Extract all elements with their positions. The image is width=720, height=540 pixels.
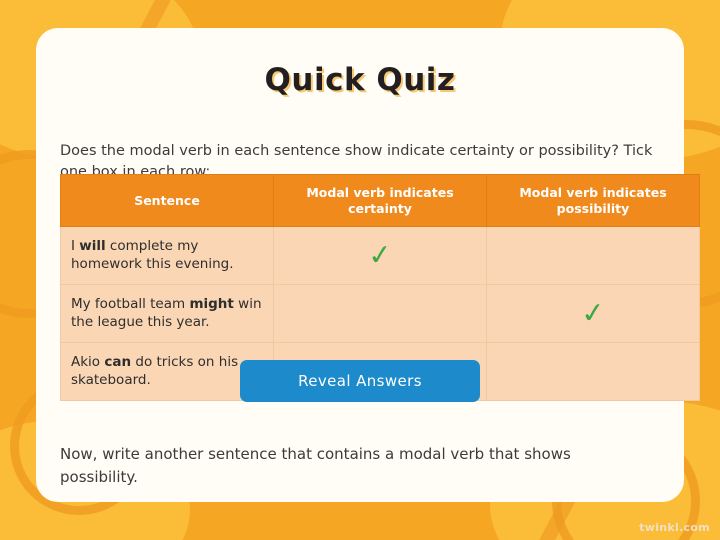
page-title: Quick Quiz (264, 62, 456, 98)
check-icon: ✓ (578, 296, 608, 331)
column-header-possibility: Modal verb indicates possibility (486, 173, 700, 228)
possibility-checkbox-cell[interactable] (486, 342, 700, 402)
possibility-checkbox-cell[interactable] (486, 226, 700, 286)
sentence-text-pre: My football team (71, 296, 190, 313)
certainty-checkbox-cell[interactable]: ✓ (273, 226, 487, 286)
sentence-text-pre: Akio (71, 354, 105, 371)
sentence-cell: My football team might win the league th… (60, 284, 274, 344)
table-header-row: Sentence Modal verb indicates certainty … (60, 173, 700, 228)
content-card: Quick Quiz Does the modal verb in each s… (36, 28, 700, 502)
certainty-checkbox-cell[interactable] (273, 284, 487, 344)
column-header-certainty: Modal verb indicates certainty (273, 173, 487, 228)
modal-verb: can (104, 354, 132, 371)
sentence-cell: I will complete my homework this evening… (60, 226, 274, 286)
table-row: My football team might win the league th… (60, 284, 700, 344)
modal-verb: will (79, 238, 106, 255)
column-header-sentence: Sentence (60, 173, 274, 228)
modal-verb: might (189, 296, 234, 313)
slide-background: Quick Quiz Does the modal verb in each s… (0, 0, 720, 540)
possibility-checkbox-cell[interactable]: ✓ (486, 284, 700, 344)
closing-instruction: Now, write another sentence that contain… (60, 445, 571, 486)
check-icon: ✓ (365, 238, 395, 273)
reveal-answers-button[interactable]: Reveal Answers (240, 360, 480, 402)
table-row: I will complete my homework this evening… (60, 226, 700, 286)
brand-watermark: twinkl.com (639, 521, 710, 534)
